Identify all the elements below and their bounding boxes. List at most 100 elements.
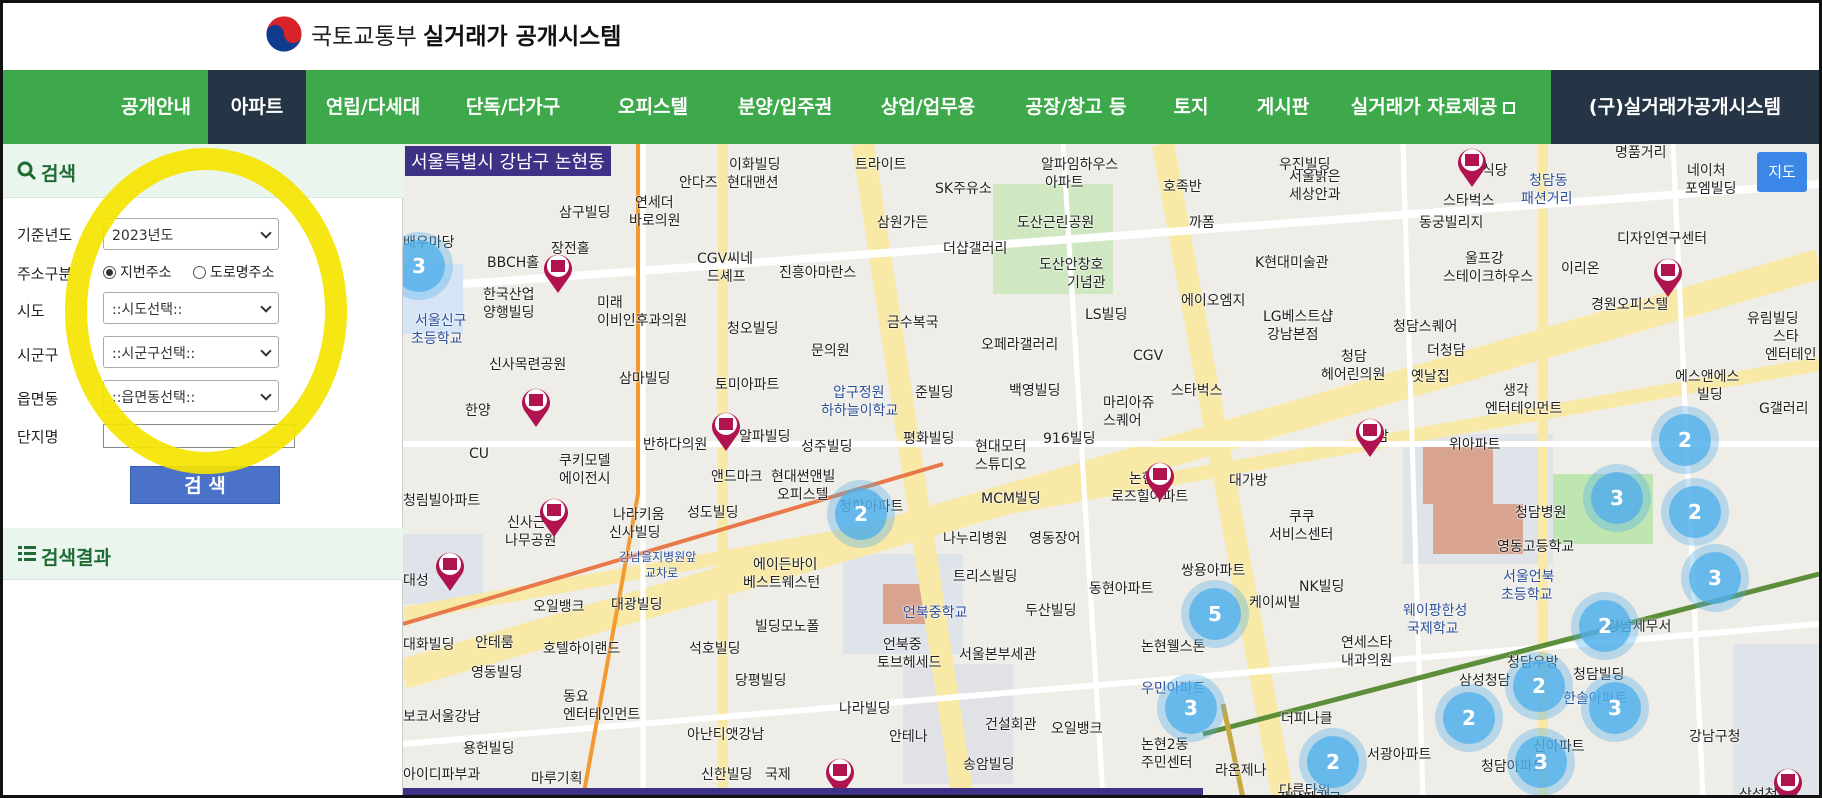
map-label: 대광빌딩 [611, 597, 663, 613]
map-view-button[interactable]: 지도 [1757, 152, 1807, 192]
apartment-marker-icon[interactable] [1353, 414, 1387, 458]
chevron-down-icon [260, 227, 272, 239]
nav-item-commercial[interactable]: 상업/업무용 [863, 70, 993, 144]
cluster-marker[interactable]: 3 [1589, 682, 1641, 734]
map-label: 명품거리 [1615, 145, 1667, 161]
nav-item-info[interactable]: 공개안내 [101, 70, 211, 144]
map-label: 강남을지병원앞 [619, 550, 697, 564]
year-select[interactable]: 2023년도 [103, 218, 279, 250]
map-label: 알파빌딩 [739, 429, 791, 445]
map-label: 논현2동 [1141, 737, 1189, 753]
nav-item-officetel[interactable]: 오피스텔 [598, 70, 708, 144]
map-label: 나라키움 [613, 507, 665, 523]
apartment-marker-icon[interactable] [433, 548, 467, 592]
map-label: 대화빌딩 [403, 637, 455, 653]
map-label: 에스앤에스 [1675, 369, 1740, 385]
nav-item-multi-family[interactable]: 연립/다세대 [313, 70, 433, 144]
cluster-marker[interactable]: 2 [1307, 736, 1359, 788]
government-emblem-icon [265, 15, 303, 53]
chevron-down-icon [260, 301, 272, 313]
map-label: 성주빌딩 [801, 439, 853, 455]
cluster-marker[interactable]: 2 [1579, 600, 1631, 652]
apartment-marker-icon[interactable] [1143, 458, 1177, 502]
apartment-marker-icon[interactable] [709, 408, 743, 452]
map-label: 내과의원 [1341, 653, 1393, 669]
map-label: 스타벅스 [1443, 193, 1495, 209]
map-label: 스퀘어 [1103, 413, 1142, 429]
radio-road-address[interactable]: 도로명주소 [193, 262, 274, 282]
nav-item-data-provision-label: 실거래가 자료제공 [1350, 96, 1498, 118]
cluster-marker[interactable]: 5 [1189, 588, 1241, 640]
map-label: 기념관 [1067, 275, 1106, 291]
app-window: 국토교통부 실거래가 공개시스템 공개안내 아파트 연립/다세대 단독/다가구 … [0, 0, 1822, 798]
nav-item-apartment[interactable]: 아파트 [208, 70, 306, 144]
nav-item-legacy-system[interactable]: (구)실거래가공개시스템 [1551, 70, 1819, 144]
map-label: 용헌빌딩 [463, 741, 515, 757]
nav-item-data-provision[interactable]: 실거래가 자료제공 [1343, 70, 1523, 144]
map-label: 마리아쥬 [1103, 395, 1155, 411]
map-label: 청담스퀘어 [1393, 319, 1458, 335]
map-label: 강남파라곤 [1277, 788, 1341, 795]
map-label: 916빌딩 [1043, 431, 1096, 447]
nav-item-factory[interactable]: 공장/창고 등 [1011, 70, 1141, 144]
map-label: 연세스타 [1341, 635, 1393, 651]
nav-item-land[interactable]: 토지 [1161, 70, 1221, 144]
map-label: 초등학교 [411, 331, 463, 347]
address-type-label: 주소구분 [17, 265, 73, 283]
cluster-marker[interactable]: 2 [1669, 486, 1721, 538]
cluster-marker[interactable]: 2 [835, 488, 887, 540]
cluster-marker[interactable]: 3 [1165, 682, 1217, 734]
complex-name-input[interactable] [103, 424, 295, 448]
apartment-marker-icon[interactable] [537, 494, 571, 538]
apartment-marker-icon[interactable] [1771, 764, 1805, 798]
search-button[interactable]: 검 색 [130, 466, 280, 504]
cluster-marker[interactable]: 2 [1659, 414, 1711, 466]
map-label: 청담동 [1529, 173, 1568, 189]
map-label: 안테룸 [475, 635, 514, 651]
map-label: 스타 [1773, 329, 1799, 345]
map-label: 에이오엠지 [1181, 293, 1246, 309]
sigungu-select-value: ::시군구선택:: [112, 346, 196, 362]
map-label: 청담 [1341, 349, 1367, 365]
cluster-marker[interactable]: 2 [1513, 660, 1565, 712]
map-label: 토브헤세드 [877, 655, 942, 671]
results-panel-header: 검색결과 [3, 528, 403, 580]
sido-select[interactable]: ::시도선택:: [103, 292, 279, 324]
map-label: 서울본부세관 [959, 647, 1037, 663]
map-label: 청림빌아파트 [403, 493, 481, 509]
map-label: 에이든바이 [753, 557, 818, 573]
apartment-marker-icon[interactable] [519, 384, 553, 428]
sigungu-select[interactable]: ::시군구선택:: [103, 336, 279, 368]
map-label: 서울신구 [415, 313, 467, 329]
map-label: 대성 [403, 573, 429, 589]
map-label: 포엠빌딩 [1685, 181, 1737, 197]
nav-item-board[interactable]: 게시판 [1243, 70, 1323, 144]
map-label: 쿠쿠 [1289, 509, 1315, 525]
map-label: 엔터테인먼트 [563, 707, 641, 723]
cluster-marker[interactable]: 3 [1591, 472, 1643, 524]
map-label: 신사목련공원 [489, 357, 567, 373]
system-title[interactable]: 실거래가 공개시스템 [423, 17, 621, 51]
map-location-banner: 서울특별시 강남구 논현동 [405, 146, 611, 176]
apartment-marker-icon[interactable] [541, 250, 575, 294]
map-label: 진흥아마란스 [779, 265, 857, 281]
map-label: 백영빌딩 [1009, 383, 1061, 399]
map-label: 주민센터 [1141, 755, 1193, 771]
dong-select[interactable]: ::읍면동선택:: [103, 380, 279, 412]
apartment-marker-icon[interactable] [1455, 144, 1489, 188]
chevron-down-icon [260, 389, 272, 401]
ministry-name[interactable]: 국토교통부 [311, 17, 417, 51]
map-label: 케이씨빌 [1249, 595, 1301, 611]
cluster-marker[interactable]: 3 [1515, 736, 1567, 788]
map-view[interactable]: 서울특별시 강남구 논현동 지도 이화빌딩 트라이트 알파임하우스 우진빌딩 정… [403, 144, 1819, 798]
map-label: SK주유소 [935, 181, 992, 197]
nav-item-detached[interactable]: 단독/다가구 [448, 70, 578, 144]
nav-item-presale[interactable]: 분양/입주권 [725, 70, 845, 144]
map-label: 오피스텔 [777, 487, 829, 503]
map-label: 트라이트 [855, 157, 907, 173]
apartment-marker-icon[interactable] [1651, 254, 1685, 298]
cluster-marker[interactable]: 3 [1689, 552, 1741, 604]
radio-jibun-address[interactable]: 지번주소 [103, 262, 172, 282]
map-label: 도산근린공원 [1017, 215, 1095, 231]
cluster-marker[interactable]: 2 [1443, 692, 1495, 744]
